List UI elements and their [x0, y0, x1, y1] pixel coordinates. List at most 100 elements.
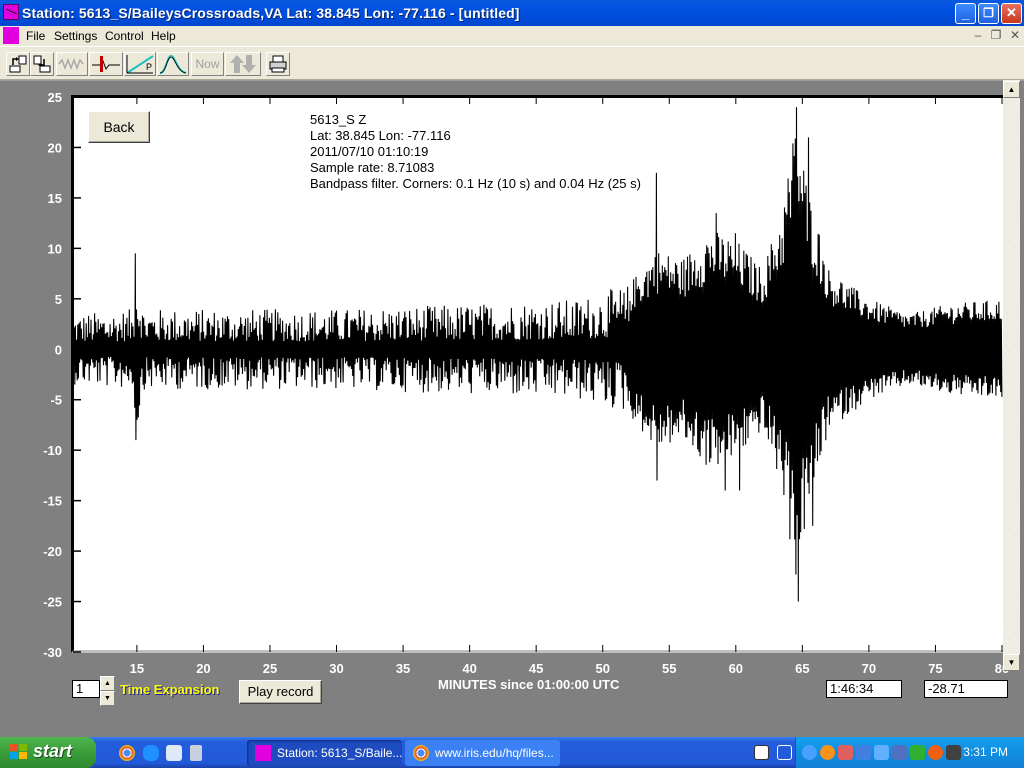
menu-file[interactable]: File [26, 29, 45, 43]
scroll-down-button[interactable]: ▼ [1003, 654, 1020, 671]
y-tick-label: -10 [43, 443, 62, 458]
x-tick-label: 75 [928, 661, 942, 676]
cursor-value-field: -28.71 [924, 680, 1008, 698]
taskbar: start Station: 5613_S/Baile... www.iris.… [0, 737, 1024, 768]
station-channel: 5613_S Z [310, 112, 367, 127]
wireless-icon[interactable] [874, 745, 889, 760]
pick-marker-button[interactable] [89, 52, 123, 76]
start-button[interactable]: start [0, 737, 96, 768]
time-expansion-input[interactable]: 1 [72, 680, 100, 698]
bitcoin-icon[interactable] [820, 745, 835, 760]
tray-green-icon[interactable] [910, 745, 925, 760]
scroll-up-button[interactable]: ▲ [1003, 81, 1020, 98]
play-record-button[interactable]: Play record [239, 680, 322, 704]
save-file-icon [33, 55, 51, 73]
bell-curve-icon [159, 54, 187, 74]
tray-orange-icon[interactable] [928, 745, 943, 760]
vertical-scrollbar[interactable] [1003, 80, 1020, 670]
open-file-button[interactable] [6, 52, 30, 76]
start-label: start [33, 741, 73, 761]
save-file-button[interactable] [30, 52, 54, 76]
station-info: 5613_S Z Lat: 38.845 Lon: -77.116 2011/0… [310, 112, 641, 192]
x-tick-label: 55 [662, 661, 676, 676]
record-datetime: 2011/07/10 01:10:19 [310, 144, 429, 159]
title-bar: Station: 5613_S/BaileysCrossroads,VA Lat… [0, 0, 1024, 26]
y-tick-label: -15 [43, 494, 62, 509]
filter-description: Bandpass filter. Corners: 0.1 Hz (10 s) … [310, 176, 641, 191]
waveform-button[interactable] [56, 52, 88, 76]
y-tick-label: -30 [43, 645, 62, 660]
tray-collapse-icon[interactable] [802, 745, 817, 760]
up-down-arrows-icon [230, 55, 256, 73]
printer-icon [269, 55, 287, 73]
x-tick-label: 25 [263, 661, 277, 676]
task-browser[interactable]: www.iris.edu/hq/files... [405, 740, 560, 766]
y-tick-label: 15 [48, 191, 62, 206]
minimize-button[interactable]: _ [955, 3, 976, 24]
task-station[interactable]: Station: 5613_S/Baile... [247, 740, 402, 766]
clock: 3:31 PM [963, 745, 1008, 759]
y-tick-label: -20 [43, 544, 62, 559]
svg-text:P: P [146, 62, 152, 72]
mdi-close-button[interactable]: ✕ [1007, 28, 1023, 44]
outlook-express-icon[interactable] [166, 745, 182, 761]
pick-marker-icon [92, 56, 120, 72]
ramp-p-icon: P [126, 55, 154, 74]
time-expansion-label: Time Expansion [120, 682, 220, 697]
now-button[interactable]: Now [191, 52, 224, 76]
bell-curve-button[interactable] [157, 52, 189, 76]
chrome-icon [413, 745, 429, 761]
mdi-restore-button[interactable]: ❐ [988, 28, 1004, 44]
menu-help[interactable]: Help [151, 29, 176, 43]
app-icon [3, 4, 19, 20]
task-label: www.iris.edu/hq/files... [435, 746, 554, 760]
print-button[interactable] [266, 52, 290, 76]
windows-logo-icon [10, 744, 28, 761]
mdi-minimize-button[interactable]: – [970, 28, 986, 44]
y-tick-label: -25 [43, 595, 62, 610]
menu-control[interactable]: Control [105, 29, 144, 43]
tray-network-icon[interactable] [856, 745, 871, 760]
menu-settings[interactable]: Settings [54, 29, 97, 43]
tray-app-icon[interactable] [838, 745, 853, 760]
ramp-p-button[interactable]: P [124, 52, 156, 76]
network-disconnected-icon[interactable] [892, 745, 907, 760]
y-tick-label: 5 [55, 292, 62, 307]
y-tick-label: 0 [55, 342, 62, 357]
y-tick-label: 10 [48, 241, 62, 256]
x-tick-label: 20 [196, 661, 210, 676]
open-file-icon [9, 55, 27, 73]
x-tick-label: 30 [329, 661, 343, 676]
x-tick-label: 50 [595, 661, 609, 676]
chrome-quicklaunch-icon[interactable] [119, 745, 135, 761]
cursor-time-field: 1:46:34 [826, 680, 902, 698]
x-tick-label: 45 [529, 661, 543, 676]
x-tick-label: 35 [396, 661, 410, 676]
tray-stripes-icon[interactable] [946, 745, 961, 760]
internet-explorer-icon[interactable] [143, 745, 159, 761]
x-tick-label: 60 [729, 661, 743, 676]
system-tray: 3:31 PM [795, 737, 1024, 768]
restore-button[interactable]: ❐ [978, 3, 999, 24]
time-expansion-down[interactable]: ▼ [100, 691, 115, 706]
calculator-icon[interactable] [190, 745, 202, 761]
y-tick-label: -5 [50, 393, 62, 408]
help-icon[interactable] [754, 745, 769, 760]
x-tick-label: 15 [130, 661, 144, 676]
station-app-icon [255, 745, 271, 761]
menu-bar: File Settings Control Help – ❐ ✕ [0, 26, 1024, 46]
task-label: Station: 5613_S/Baile... [277, 746, 402, 760]
document-icon[interactable] [3, 27, 19, 44]
back-button[interactable]: Back [88, 111, 150, 143]
time-expansion-up[interactable]: ▲ [100, 676, 115, 691]
x-tick-label: 65 [795, 661, 809, 676]
close-button[interactable]: ✕ [1001, 3, 1022, 24]
sample-rate: Sample rate: 8.71083 [310, 160, 435, 175]
window-title: Station: 5613_S/BaileysCrossroads,VA Lat… [22, 5, 520, 21]
waveform-icon [58, 57, 84, 71]
y-tick-label: 20 [48, 140, 62, 155]
up-down-button[interactable] [225, 52, 261, 76]
language-bar-icon[interactable] [777, 745, 792, 760]
x-tick-label: 40 [462, 661, 476, 676]
toolbar: P Now [0, 46, 1024, 80]
